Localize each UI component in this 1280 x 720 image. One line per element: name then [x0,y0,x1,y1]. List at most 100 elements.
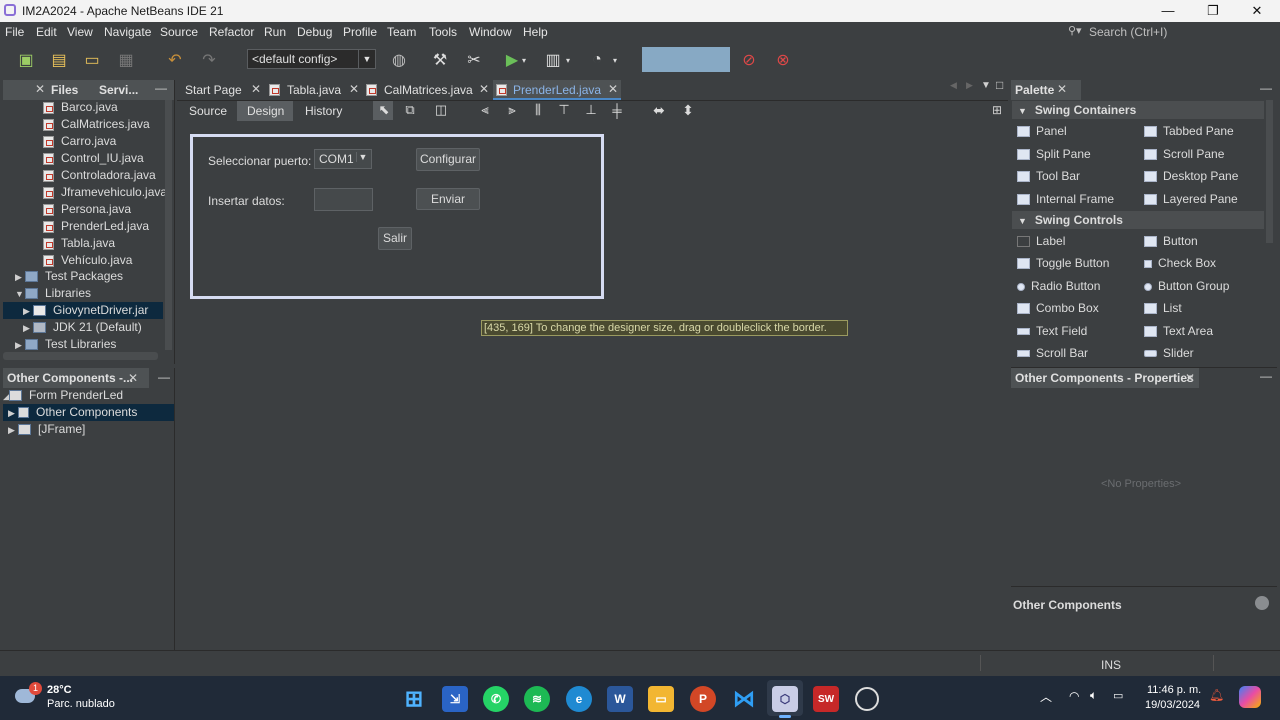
netbeans-icon[interactable]: ⬡ [772,686,798,712]
resize-horizontal-icon[interactable]: ⬌ [649,100,669,120]
file-explorer-icon[interactable]: ▭ [648,686,674,712]
save-all-icon[interactable]: ▦ [116,50,136,70]
expand-arrow-icon[interactable]: ▶ [15,269,25,286]
collapse-arrow-icon[interactable]: ▼ [15,286,25,303]
tree-file[interactable]: CalMatrices.java [43,116,150,133]
expand-arrow-icon[interactable]: ▶ [8,422,18,439]
copilot-icon[interactable] [1239,686,1261,708]
palette-item-text-area[interactable]: Text Area [1144,324,1213,338]
speaker-icon[interactable]: 🔈︎ [1090,688,1097,703]
palette-item-scroll-pane[interactable]: Scroll Pane [1144,147,1224,161]
palette-scrollbar[interactable] [1266,100,1273,243]
chevron-up-icon[interactable]: ︿ [1040,688,1052,705]
tab-list-icon[interactable]: ▼ [981,80,991,91]
menu-navigate[interactable]: Navigate [104,25,151,39]
menu-edit[interactable]: Edit [36,25,57,39]
close-tab-icon[interactable]: ✕ [251,82,261,96]
expand-arrow-icon[interactable]: ▶ [8,405,18,422]
menu-team[interactable]: Team [387,25,416,39]
expand-arrow-icon[interactable]: ▶ [23,303,33,320]
palette-item-tool-bar[interactable]: Tool Bar [1017,169,1080,183]
scroll-tabs-left-icon[interactable]: ◀ [950,80,957,91]
gc-icon[interactable]: ⊘ [739,50,759,70]
tab-files[interactable]: Files [51,80,78,100]
view-tab-history[interactable]: History [305,101,342,121]
palette-item-layered-pane[interactable]: Layered Pane [1144,192,1238,206]
configure-button[interactable]: Configurar [416,148,480,171]
tree-node-form[interactable]: ◢ Form PrenderLed [3,387,123,404]
data-input[interactable] [314,188,373,211]
align-top-icon[interactable]: ⊤ [554,100,574,120]
palette-item-toggle-button[interactable]: Toggle Button [1017,256,1109,270]
tree-node-other-components[interactable]: ▶ Other Components [8,404,137,421]
tree-node-test-packages[interactable]: ▶ Test Packages [15,268,123,285]
help-icon[interactable] [1255,596,1269,610]
maximize-button[interactable]: ❐ [1190,0,1236,22]
edge-icon[interactable]: e [566,686,592,712]
debug-dropdown-icon[interactable]: ▾ [563,50,573,70]
close-tab-icon[interactable]: ✕ [1185,371,1195,385]
close-tab-icon[interactable]: ✕ [479,82,489,96]
align-right-icon[interactable]: ⫸ [502,100,522,120]
palette-item-slider[interactable]: Slider [1144,346,1194,360]
tree-file[interactable]: Carro.java [43,133,116,150]
palette-item-button-group[interactable]: Button Group [1144,279,1229,293]
view-tab-design[interactable]: Design [247,101,284,121]
clean-build-icon[interactable]: ✂ [464,50,484,70]
palette-item-panel[interactable]: Panel [1017,124,1067,138]
close-tab-icon[interactable]: ✕ [349,82,359,96]
profile-icon[interactable]: ◔ [587,50,607,70]
vertical-scrollbar[interactable] [165,100,172,350]
build-hammer-icon[interactable]: ⚒ [430,50,450,70]
menu-debug[interactable]: Debug [297,25,332,39]
palette-item-list[interactable]: List [1144,301,1182,315]
tab-prenderled[interactable]: PrenderLed.java [513,80,601,100]
tab-tabla[interactable]: Tabla.java [287,80,341,100]
palette-item-tabbed-pane[interactable]: Tabbed Pane [1144,124,1234,138]
close-window-button[interactable]: ✕ [1234,0,1280,22]
scroll-tabs-right-icon[interactable]: ▶ [966,80,973,91]
connection-mode-icon[interactable]: ⧉ [400,100,420,120]
menu-profile[interactable]: Profile [343,25,377,39]
new-file-icon[interactable]: ▣ [16,50,36,70]
view-tab-source[interactable]: Source [189,101,227,121]
windows-start-icon[interactable]: ⊞ [401,686,427,712]
redo-icon[interactable]: ↷ [199,50,219,70]
menu-window[interactable]: Window [469,25,512,39]
word-icon[interactable]: W [607,686,633,712]
netbeans-setup-icon[interactable]: ⇲ [442,686,468,712]
debug-icon[interactable]: ▥ [543,50,563,70]
globe-icon[interactable]: ◍ [389,50,409,70]
gc-alt-icon[interactable]: ⊗ [773,50,793,70]
obs-icon[interactable] [855,687,879,711]
tab-start-page[interactable]: Start Page [185,80,242,100]
config-select[interactable]: <default config> ▼ [247,49,376,69]
minimize-panel-icon[interactable]: — [155,81,167,95]
solidworks-2024-icon[interactable]: SW [813,686,839,712]
tree-file[interactable]: Barco.java [43,99,118,116]
palette-item-text-field[interactable]: Text Field [1017,324,1087,338]
center-horizontally-icon[interactable]: ⫼ [528,100,548,120]
tree-file[interactable]: PrenderLed.java [43,218,149,235]
menu-help[interactable]: Help [523,25,548,39]
minimize-button[interactable]: — [1145,0,1191,22]
notification-bell-icon[interactable]: 🔔︎ [1209,688,1224,702]
tab-calmatrices[interactable]: CalMatrices.java [384,80,473,100]
memory-indicator[interactable] [642,47,730,72]
minimize-panel-icon[interactable]: — [1260,81,1272,95]
tree-node-libraries[interactable]: ▼ Libraries [15,285,91,302]
vscode-icon[interactable]: ⋈ [731,686,757,712]
tree-file[interactable]: Controladora.java [43,167,156,184]
battery-icon[interactable]: ▭ [1113,689,1123,702]
open-project-icon[interactable]: ▭ [82,50,102,70]
close-tab-icon[interactable]: ✕ [128,371,138,385]
tree-file[interactable]: Jframevehiculo.java [43,184,165,201]
tree-node-test-libraries[interactable]: ▶ Test Libraries [15,336,116,353]
menu-run[interactable]: Run [264,25,286,39]
palette-item-button[interactable]: Button [1144,234,1198,248]
whatsapp-icon[interactable]: ✆ [483,686,509,712]
clock-date[interactable]: 19/03/2024 [1145,699,1200,711]
exit-button[interactable]: Salir [378,227,412,250]
profile-dropdown-icon[interactable]: ▾ [610,50,620,70]
tree-node-giovynet-jar[interactable]: ▶ GiovynetDriver.jar [23,302,148,319]
